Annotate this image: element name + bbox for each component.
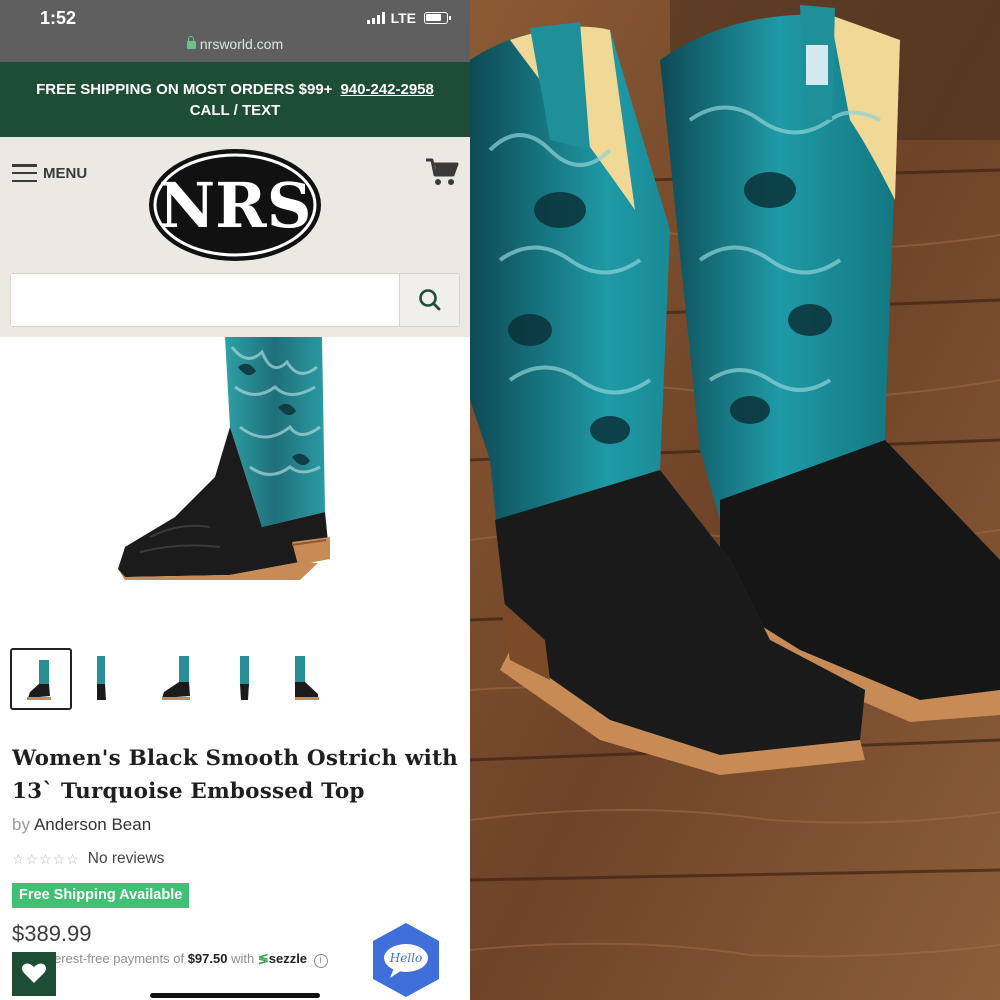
brand-prefix: by (12, 815, 30, 834)
free-shipping-badge: Free Shipping Available (12, 883, 190, 908)
sezzle-icon: ≶ (257, 951, 269, 966)
search-button[interactable] (399, 274, 459, 326)
search-bar (10, 273, 460, 327)
home-indicator[interactable] (150, 993, 320, 998)
thumbnail-1[interactable] (10, 648, 72, 710)
thumbnail-2[interactable] (84, 648, 146, 710)
promo-text: FREE SHIPPING ON MOST ORDERS $99+ (36, 81, 333, 98)
installment-with: with (231, 951, 255, 966)
cart-icon[interactable] (425, 157, 459, 187)
star-rating-icon: ☆☆☆☆☆ (12, 850, 80, 867)
signal-icon (366, 12, 385, 24)
product-main-image[interactable] (0, 337, 470, 637)
thumbnail-3[interactable] (152, 648, 214, 710)
search-icon (419, 289, 441, 311)
status-indicators: LTE (366, 10, 451, 26)
promo-call-text: CALL / TEXT (189, 102, 281, 119)
url-bar[interactable]: nrsworld.com (0, 36, 470, 52)
thumbnail-4[interactable] (220, 648, 282, 710)
installment-prefix: erest-free payments of (54, 951, 185, 966)
url-text: nrsworld.com (199, 36, 284, 52)
sezzle-logo-text: sezzle (268, 951, 308, 966)
product-brand: by Anderson Bean (12, 815, 151, 835)
brand-link[interactable]: Anderson Bean (34, 815, 151, 834)
network-label: LTE (390, 10, 416, 26)
installment-amount: $97.50 (187, 951, 228, 966)
search-input[interactable] (11, 274, 399, 326)
logo-text: NRS (159, 169, 312, 242)
thumbnail-strip (10, 648, 450, 710)
product-title: Women's Black Smooth Ostrich with 13` Tu… (12, 746, 459, 804)
boots-photo (470, 0, 1000, 1000)
promo-phone-link[interactable]: 940-242-2958 (340, 81, 433, 98)
status-bar: 1:52 LTE nrsworld.com (0, 0, 470, 62)
battery-icon (424, 12, 451, 24)
lock-icon (186, 36, 196, 49)
sezzle-installment[interactable]: erest-free payments of $97.50 with ≶sezz… (12, 951, 328, 968)
site-header: MENU NRS (0, 137, 470, 337)
promo-banner: FREE SHIPPING ON MOST ORDERS $99+ 940-242… (0, 62, 470, 137)
menu-button[interactable]: MENU (12, 164, 87, 182)
hamburger-icon (12, 164, 37, 182)
wishlist-button[interactable] (12, 952, 56, 996)
chat-label: Hello (389, 951, 422, 965)
reviews-text: No reviews (87, 850, 165, 867)
info-icon[interactable]: i (313, 954, 328, 968)
phone-screenshot: 1:52 LTE nrsworld.com FREE SHIPPING ON M… (0, 0, 470, 1000)
reviews-row[interactable]: ☆☆☆☆☆ No reviews (12, 850, 164, 868)
nrs-logo[interactable]: NRS (148, 148, 322, 262)
product-price: $389.99 (12, 921, 92, 946)
heart-icon (22, 963, 46, 983)
thumbnail-5[interactable] (280, 648, 342, 710)
menu-label: MENU (43, 164, 88, 182)
chat-widget-button[interactable]: Hello (366, 920, 446, 1000)
status-time: 1:52 (40, 8, 77, 28)
